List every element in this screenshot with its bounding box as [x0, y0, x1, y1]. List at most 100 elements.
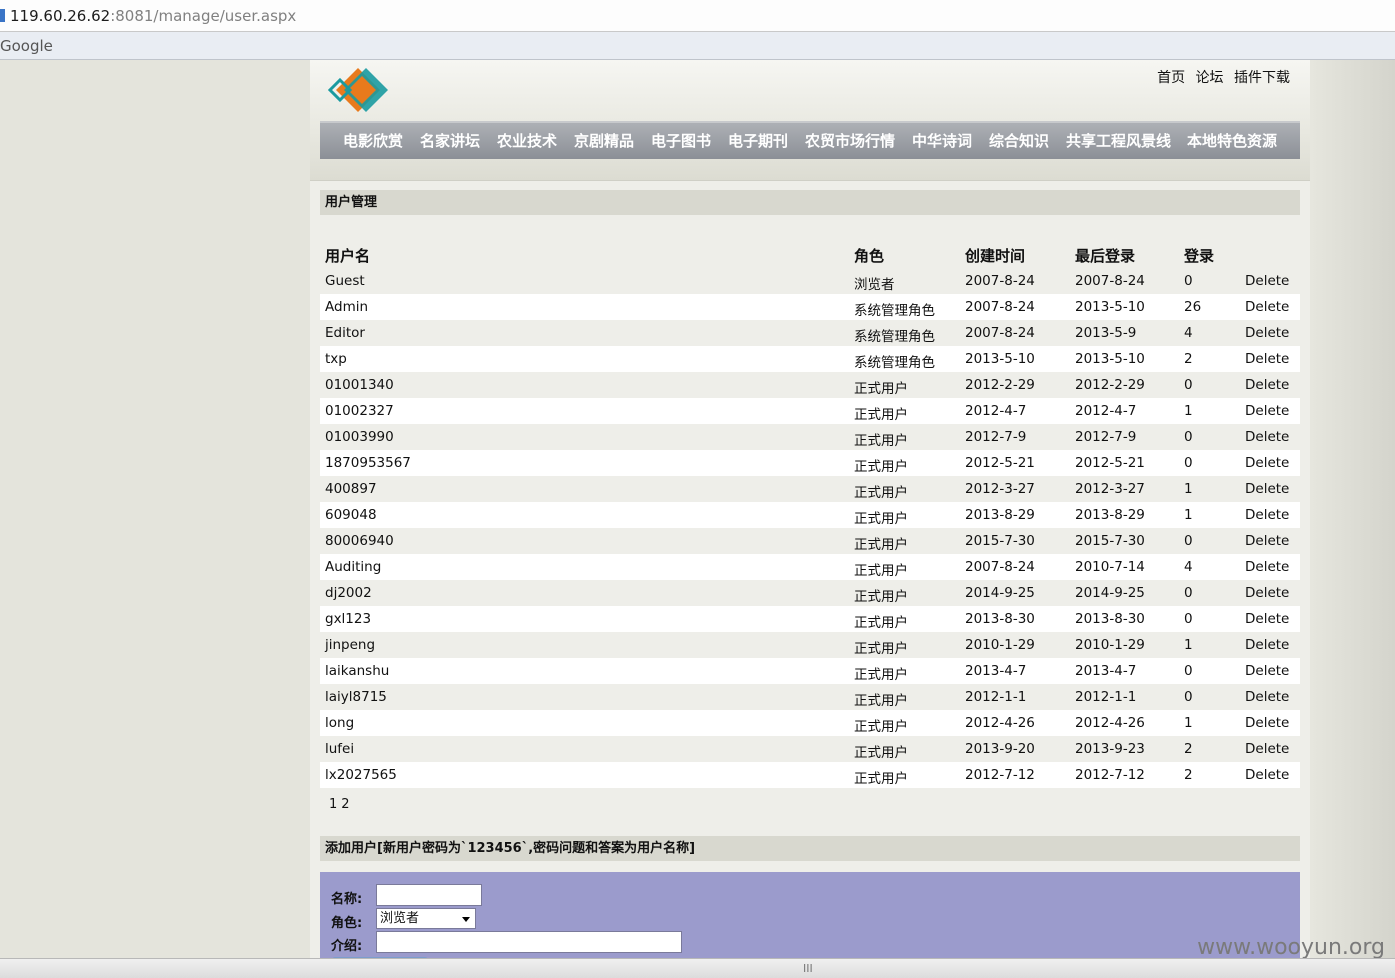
- delete-link[interactable]: Delete: [1245, 351, 1289, 367]
- cell-last-login: 2012-1-1: [1075, 689, 1137, 705]
- cell-role: 正式用户: [854, 563, 908, 579]
- cell-role: 正式用户: [854, 589, 908, 605]
- role-select[interactable]: 浏览者: [376, 908, 476, 929]
- cell-role: 系统管理角色: [854, 303, 935, 319]
- table-row: 609048 正式用户 2013-8-29 2013-8-29 1 Delete: [320, 502, 1300, 528]
- cell-login-count: 4: [1184, 559, 1193, 575]
- url-text[interactable]: 119.60.26.62:8081/manage/user.aspx: [10, 7, 296, 25]
- cell-created: 2012-3-27: [965, 481, 1035, 497]
- nav-item-lectures[interactable]: 名家讲坛: [420, 130, 480, 151]
- nav-item-opera[interactable]: 京剧精品: [574, 130, 634, 151]
- cell-last-login: 2013-8-30: [1075, 611, 1145, 627]
- bookmark-google[interactable]: Google: [0, 37, 53, 55]
- cell-last-login: 2010-1-29: [1075, 637, 1145, 653]
- nav-item-ebooks[interactable]: 电子图书: [651, 130, 711, 151]
- url-host: 119.60.26.62: [10, 7, 111, 25]
- nav-item-movies[interactable]: 电影欣赏: [343, 130, 403, 151]
- delete-link[interactable]: Delete: [1245, 481, 1289, 497]
- cell-last-login: 2013-9-23: [1075, 741, 1145, 757]
- nav-item-scenery[interactable]: 共享工程风景线: [1066, 130, 1171, 151]
- url-path: :8081/manage/user.aspx: [110, 7, 297, 25]
- delete-link[interactable]: Delete: [1245, 611, 1289, 627]
- cell-role: 正式用户: [854, 459, 908, 475]
- cell-login-count: 1: [1184, 507, 1193, 523]
- delete-link[interactable]: Delete: [1245, 689, 1289, 705]
- nav-item-ejournals[interactable]: 电子期刊: [728, 130, 788, 151]
- page-1-link[interactable]: 1: [329, 797, 337, 812]
- cell-username: 01002327: [325, 403, 394, 419]
- cell-created: 2014-9-25: [965, 585, 1035, 601]
- link-plugin-download[interactable]: 插件下载: [1234, 70, 1290, 86]
- delete-link[interactable]: Delete: [1245, 585, 1289, 601]
- nav-item-local[interactable]: 本地特色资源: [1187, 130, 1277, 151]
- delete-link[interactable]: Delete: [1245, 533, 1289, 549]
- link-forum[interactable]: 论坛: [1196, 70, 1224, 86]
- site-logo-icon[interactable]: [328, 66, 392, 114]
- delete-link[interactable]: Delete: [1245, 767, 1289, 783]
- delete-link[interactable]: Delete: [1245, 637, 1289, 653]
- cell-last-login: 2013-5-10: [1075, 299, 1145, 315]
- cell-role: 正式用户: [854, 693, 908, 709]
- page-2-link[interactable]: 2: [341, 797, 349, 812]
- table-row: 1870953567 正式用户 2012-5-21 2012-5-21 0 Delete: [320, 450, 1300, 476]
- cell-login-count: 1: [1184, 403, 1193, 419]
- cell-role: 正式用户: [854, 719, 908, 735]
- cell-username: Editor: [325, 325, 365, 341]
- col-role: 角色: [854, 247, 885, 265]
- delete-link[interactable]: Delete: [1245, 429, 1289, 445]
- cell-last-login: 2012-2-29: [1075, 377, 1145, 393]
- delete-link[interactable]: Delete: [1245, 663, 1289, 679]
- cell-role: 正式用户: [854, 407, 908, 423]
- delete-link[interactable]: Delete: [1245, 377, 1289, 393]
- right-margin: [1310, 60, 1395, 960]
- delete-link[interactable]: Delete: [1245, 507, 1289, 523]
- cell-last-login: 2015-7-30: [1075, 533, 1145, 549]
- left-margin: [0, 60, 310, 960]
- name-input[interactable]: [376, 884, 482, 906]
- table-row: 01002327 正式用户 2012-4-7 2012-4-7 1 Delete: [320, 398, 1300, 424]
- add-user-form: 名称: 角色: 浏览者 介绍:: [320, 872, 1300, 963]
- table-row: 400897 正式用户 2012-3-27 2012-3-27 1 Delete: [320, 476, 1300, 502]
- cell-login-count: 0: [1184, 689, 1193, 705]
- table-row: lx2027565 正式用户 2012-7-12 2012-7-12 2 Delete: [320, 762, 1300, 788]
- delete-link[interactable]: Delete: [1245, 559, 1289, 575]
- table-row: txp 系统管理角色 2013-5-10 2013-5-10 2 Delete: [320, 346, 1300, 372]
- cell-login-count: 2: [1184, 767, 1193, 783]
- intro-input[interactable]: [376, 931, 682, 953]
- cell-username: 400897: [325, 481, 377, 497]
- address-bar[interactable]: 119.60.26.62:8081/manage/user.aspx: [0, 0, 1395, 32]
- cell-login-count: 1: [1184, 637, 1193, 653]
- nav-item-knowledge[interactable]: 综合知识: [989, 130, 1049, 151]
- delete-link[interactable]: Delete: [1245, 299, 1289, 315]
- cell-login-count: 1: [1184, 715, 1193, 731]
- cell-created: 2013-8-30: [965, 611, 1035, 627]
- delete-link[interactable]: Delete: [1245, 273, 1289, 289]
- delete-link[interactable]: Delete: [1245, 325, 1289, 341]
- cell-role: 正式用户: [854, 771, 908, 787]
- site-header: 首页 论坛 插件下载 电影欣赏 名家讲坛 农业技术 京剧精品 电子图书 电子期刊…: [310, 60, 1310, 181]
- col-last-login: 最后登录: [1075, 247, 1136, 265]
- cell-created: 2012-1-1: [965, 689, 1027, 705]
- delete-link[interactable]: Delete: [1245, 715, 1289, 731]
- cell-username: Admin: [325, 299, 369, 315]
- cell-username: laikanshu: [325, 663, 390, 679]
- main-navbar: 电影欣赏 名家讲坛 农业技术 京剧精品 电子图书 电子期刊 农贸市场行情 中华诗…: [320, 121, 1300, 159]
- delete-link[interactable]: Delete: [1245, 455, 1289, 471]
- cell-created: 2012-7-12: [965, 767, 1035, 783]
- delete-link[interactable]: Delete: [1245, 741, 1289, 757]
- resize-grip-icon[interactable]: III: [803, 962, 813, 975]
- intro-label: 介绍:: [331, 939, 363, 954]
- nav-item-agriculture[interactable]: 农业技术: [497, 130, 557, 151]
- cell-last-login: 2014-9-25: [1075, 585, 1145, 601]
- delete-link[interactable]: Delete: [1245, 403, 1289, 419]
- cell-last-login: 2013-8-29: [1075, 507, 1145, 523]
- nav-item-market[interactable]: 农贸市场行情: [805, 130, 895, 151]
- cell-role: 浏览者: [854, 277, 895, 293]
- name-label: 名称:: [331, 892, 363, 907]
- link-home[interactable]: 首页: [1157, 70, 1185, 86]
- role-select-value: 浏览者: [380, 911, 420, 926]
- nav-item-poetry[interactable]: 中华诗词: [912, 130, 972, 151]
- top-links: 首页 论坛 插件下载: [1151, 67, 1290, 87]
- cell-created: 2013-4-7: [965, 663, 1027, 679]
- cell-role: 正式用户: [854, 537, 908, 553]
